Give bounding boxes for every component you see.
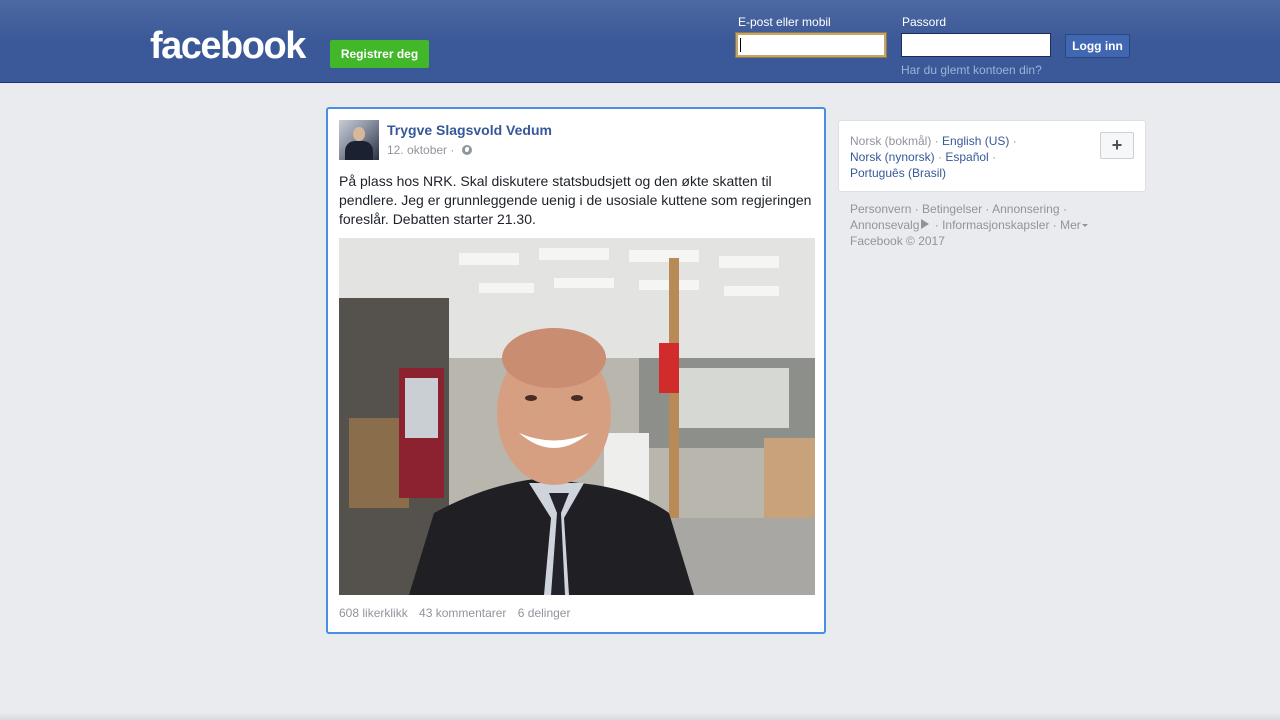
footer-privacy-link[interactable]: Personvern (850, 202, 911, 216)
post-photo[interactable] (339, 238, 815, 595)
meta-separator: · (450, 143, 455, 157)
password-field[interactable] (901, 33, 1051, 57)
footer-more-link[interactable]: Mer (1060, 218, 1081, 232)
caret-down-icon (1081, 224, 1088, 227)
footer-links: Personvern · Betingelser · Annonsering ·… (850, 201, 1110, 249)
post-stats: 608 likerklikk 43 kommentarer 6 delinger (339, 606, 578, 620)
top-bar: facebook Registrer deg E-post eller mobi… (0, 0, 1280, 83)
bottom-shadow (0, 712, 1280, 720)
photo-svg (339, 238, 815, 595)
register-button[interactable]: Registrer deg (330, 40, 429, 68)
footer-cookies-link[interactable]: Informasjonskapsler (942, 218, 1049, 232)
login-button[interactable]: Logg inn (1065, 34, 1130, 58)
email-field[interactable] (736, 33, 886, 57)
footer-terms-link[interactable]: Betingelser (922, 202, 982, 216)
post-meta: 12. oktober · (387, 143, 472, 157)
author-avatar[interactable] (339, 120, 379, 160)
email-label: E-post eller mobil (738, 15, 831, 29)
language-box: Norsk (bokmål) · English (US) · Norsk (n… (838, 120, 1146, 192)
language-norsk-nynorsk[interactable]: Norsk (nynorsk) (850, 150, 935, 164)
footer-adchoices-link[interactable]: Annonsevalg (850, 218, 919, 232)
likes-count[interactable]: 608 likerklikk (339, 606, 408, 620)
comments-count[interactable]: 43 kommentarer (419, 606, 506, 620)
adchoices-icon (921, 219, 930, 229)
language-list: Norsk (bokmål) · English (US) · Norsk (n… (850, 134, 1017, 180)
language-portugues-brasil[interactable]: Português (Brasil) (850, 166, 946, 180)
current-language: Norsk (bokmål) (850, 134, 932, 148)
footer-advertising-link[interactable]: Annonsering (992, 202, 1059, 216)
shares-count[interactable]: 6 delinger (518, 606, 571, 620)
language-english-us[interactable]: English (US) (942, 134, 1009, 148)
footer-copyright: Facebook © 2017 (850, 234, 945, 248)
avatar-body (345, 141, 373, 160)
globe-icon (461, 145, 472, 155)
post-card: Trygve Slagsvold Vedum 12. oktober · På … (326, 107, 826, 634)
facebook-logo[interactable]: facebook (150, 26, 306, 66)
post-author[interactable]: Trygve Slagsvold Vedum (387, 122, 552, 138)
post-text: På plass hos NRK. Skal diskutere statsbu… (339, 173, 812, 227)
forgot-account-link[interactable]: Har du glemt kontoen din? (901, 63, 1042, 77)
text-caret (740, 38, 741, 52)
language-espanol[interactable]: Español (945, 150, 988, 164)
password-label: Passord (902, 15, 947, 29)
more-languages-button[interactable]: + (1100, 132, 1134, 159)
avatar-head (353, 127, 365, 141)
post-date[interactable]: 12. oktober (387, 143, 447, 157)
